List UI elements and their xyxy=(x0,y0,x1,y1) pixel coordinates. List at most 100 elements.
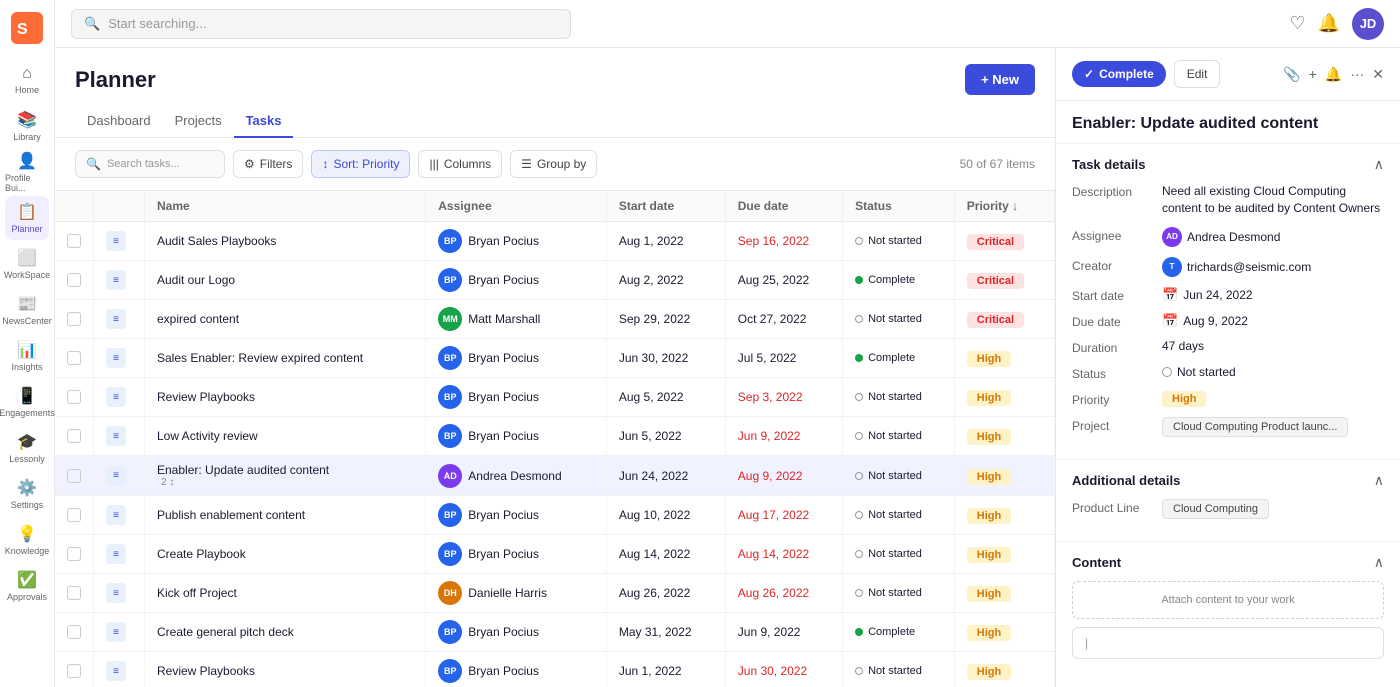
row-start-date: Jun 5, 2022 xyxy=(606,417,725,456)
row-checkbox[interactable] xyxy=(67,273,81,287)
row-start-date: Aug 14, 2022 xyxy=(606,535,725,574)
row-checkbox[interactable] xyxy=(67,508,81,522)
edit-button[interactable]: Edit xyxy=(1174,60,1221,88)
table-row[interactable]: ≡ Sales Enabler: Review expired content … xyxy=(55,339,1055,378)
close-icon[interactable]: ✕ xyxy=(1372,66,1384,83)
row-name-cell[interactable]: Review Playbooks xyxy=(145,652,426,687)
assignee-avatar: BP xyxy=(438,542,462,566)
row-checkbox[interactable] xyxy=(67,312,81,326)
row-name-cell[interactable]: Create general pitch deck xyxy=(145,613,426,652)
comment-input[interactable]: | xyxy=(1072,627,1384,659)
row-checkbox-cell xyxy=(55,613,94,652)
user-avatar[interactable]: JD xyxy=(1352,8,1384,40)
logo[interactable]: S xyxy=(11,12,43,44)
priority-badge: High xyxy=(967,586,1011,602)
table-row[interactable]: ≡ Create Playbook BP Bryan Pocius Aug 14… xyxy=(55,535,1055,574)
sidebar-item-settings[interactable]: ⚙️ Settings xyxy=(5,472,49,516)
row-name-cell[interactable]: Audit Sales Playbooks xyxy=(145,222,426,261)
collapse-content-icon[interactable]: ∧ xyxy=(1374,554,1384,571)
status-text: Complete xyxy=(868,626,915,638)
task-name: Sales Enabler: Review expired content xyxy=(157,351,363,365)
notifications-icon[interactable]: 🔔 xyxy=(1318,13,1340,34)
sidebar-item-home[interactable]: ⌂ Home xyxy=(5,58,49,102)
row-checkbox[interactable] xyxy=(67,469,81,483)
task-type-icon: ≡ xyxy=(106,231,126,251)
sidebar-item-approvals[interactable]: ✅ Approvals xyxy=(5,564,49,608)
table-row[interactable]: ≡ Audit Sales Playbooks BP Bryan Pocius … xyxy=(55,222,1055,261)
row-checkbox[interactable] xyxy=(67,390,81,404)
columns-button[interactable]: ||| Columns xyxy=(418,150,502,178)
collapse-additional-icon[interactable]: ∧ xyxy=(1374,472,1384,489)
row-checkbox[interactable] xyxy=(67,625,81,639)
sidebar-item-engagements[interactable]: 📱 Engagements xyxy=(5,380,49,424)
table-row[interactable]: ≡ Enabler: Update audited content2 ↕ AD … xyxy=(55,456,1055,496)
status-text: Complete xyxy=(868,352,915,364)
row-name-cell[interactable]: expired content xyxy=(145,300,426,339)
group-by-button[interactable]: ☰ Group by xyxy=(510,150,597,178)
row-checkbox[interactable] xyxy=(67,586,81,600)
sidebar-item-lessonly[interactable]: 🎓 Lessonly xyxy=(5,426,49,470)
collapse-icon[interactable]: ∧ xyxy=(1374,156,1384,173)
sidebar-item-planner[interactable]: 📋 Planner xyxy=(5,196,49,240)
row-name-cell[interactable]: Review Playbooks xyxy=(145,378,426,417)
task-type-icon: ≡ xyxy=(106,466,126,486)
creator-label: Creator xyxy=(1072,259,1162,273)
table-row[interactable]: ≡ expired content MM Matt Marshall Sep 2… xyxy=(55,300,1055,339)
new-button[interactable]: + New xyxy=(965,64,1035,95)
global-search[interactable]: 🔍 Start searching... xyxy=(71,9,571,39)
filter-icon: ⚙ xyxy=(244,157,255,171)
more-icon[interactable]: ··· xyxy=(1350,66,1364,82)
tab-projects[interactable]: Projects xyxy=(163,105,234,138)
status-value: Not started xyxy=(1162,365,1236,379)
knowledge-icon: 💡 xyxy=(17,524,37,544)
sort-button[interactable]: ↕ Sort: Priority xyxy=(311,150,410,178)
row-checkbox-cell xyxy=(55,496,94,535)
table-row[interactable]: ≡ Publish enablement content BP Bryan Po… xyxy=(55,496,1055,535)
row-icon-cell: ≡ xyxy=(94,378,145,417)
sidebar-item-insights[interactable]: 📊 Insights xyxy=(5,334,49,378)
row-checkbox[interactable] xyxy=(67,547,81,561)
row-checkbox[interactable] xyxy=(67,234,81,248)
svg-text:S: S xyxy=(17,21,28,38)
row-name-cell[interactable]: Sales Enabler: Review expired content xyxy=(145,339,426,378)
table-row[interactable]: ≡ Create general pitch deck BP Bryan Poc… xyxy=(55,613,1055,652)
table-row[interactable]: ≡ Review Playbooks BP Bryan Pocius Aug 5… xyxy=(55,378,1055,417)
row-checkbox[interactable] xyxy=(67,351,81,365)
task-name: Review Playbooks xyxy=(157,664,255,678)
add-icon[interactable]: + xyxy=(1309,66,1317,82)
row-checkbox[interactable] xyxy=(67,664,81,678)
attachment-icon[interactable]: 📎 xyxy=(1283,66,1300,83)
status-text: Complete xyxy=(868,274,915,286)
task-name: Audit our Logo xyxy=(157,273,235,287)
row-status: Not started xyxy=(843,417,955,456)
sidebar-item-profile[interactable]: 👤 Profile Bui... xyxy=(5,150,49,194)
bell-icon[interactable]: 🔔 xyxy=(1325,66,1342,83)
table-row[interactable]: ≡ Review Playbooks BP Bryan Pocius Jun 1… xyxy=(55,652,1055,687)
row-name-cell[interactable]: Create Playbook xyxy=(145,535,426,574)
row-name-cell[interactable]: Audit our Logo xyxy=(145,261,426,300)
table-row[interactable]: ≡ Kick off Project DH Danielle Harris Au… xyxy=(55,574,1055,613)
tab-tasks[interactable]: Tasks xyxy=(234,105,294,138)
sidebar-item-workspace[interactable]: ⬜ WorkSpace xyxy=(5,242,49,286)
sidebar-item-knowledge[interactable]: 💡 Knowledge xyxy=(5,518,49,562)
row-status: Not started xyxy=(843,535,955,574)
table-header-row: Name Assignee Start date Due date Status… xyxy=(55,191,1055,222)
sidebar-item-newscenter[interactable]: 📰 NewsCenter xyxy=(5,288,49,332)
favorites-icon[interactable]: ♡ xyxy=(1289,13,1305,34)
row-assignee-cell: BP Bryan Pocius xyxy=(426,613,607,652)
search-tasks-input[interactable]: 🔍 Search tasks... xyxy=(75,150,225,178)
attach-content-area[interactable]: Attach content to your work xyxy=(1072,581,1384,619)
filters-button[interactable]: ⚙ Filters xyxy=(233,150,303,178)
table-row[interactable]: ≡ Low Activity review BP Bryan Pocius Ju… xyxy=(55,417,1055,456)
row-name-cell[interactable]: Enabler: Update audited content2 ↕ xyxy=(145,456,426,496)
row-name-cell[interactable]: Kick off Project xyxy=(145,574,426,613)
row-checkbox-cell xyxy=(55,574,94,613)
row-name-cell[interactable]: Low Activity review xyxy=(145,417,426,456)
complete-button[interactable]: ✓ Complete xyxy=(1072,61,1166,87)
sidebar-item-library[interactable]: 📚 Library xyxy=(5,104,49,148)
table-row[interactable]: ≡ Audit our Logo BP Bryan Pocius Aug 2, … xyxy=(55,261,1055,300)
tab-dashboard[interactable]: Dashboard xyxy=(75,105,163,138)
row-name-cell[interactable]: Publish enablement content xyxy=(145,496,426,535)
tab-bar: Dashboard Projects Tasks xyxy=(55,95,1055,138)
row-checkbox[interactable] xyxy=(67,429,81,443)
